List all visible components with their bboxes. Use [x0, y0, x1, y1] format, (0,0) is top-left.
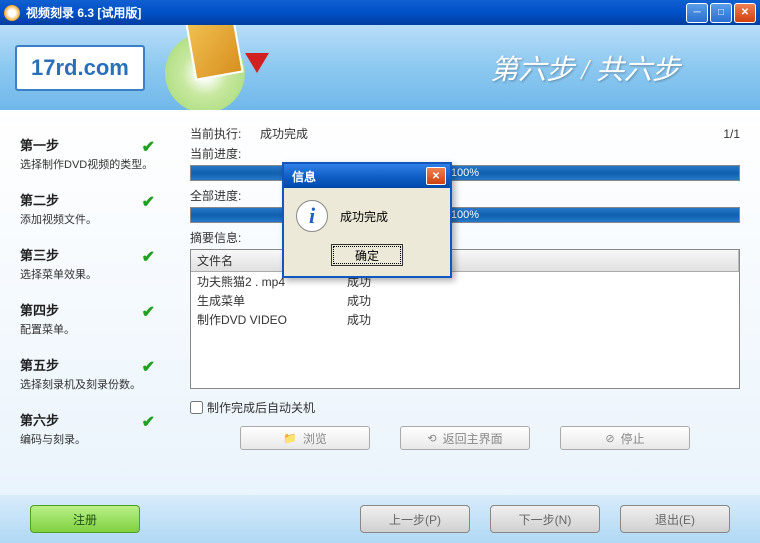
return-button[interactable]: ⟲ 返回主界面 — [400, 426, 530, 450]
check-icon: ✔ — [142, 412, 155, 432]
check-icon: ✔ — [142, 192, 155, 212]
step-desc: 选择菜单效果。 — [20, 266, 165, 282]
header-step-title: 第六步 / 共六步 — [490, 48, 680, 88]
check-icon: ✔ — [142, 247, 155, 267]
table-row[interactable]: 制作DVD VIDEO 成功 — [191, 310, 739, 329]
modal-titlebar[interactable]: 信息 ✕ — [284, 164, 450, 188]
stop-label: 停止 — [621, 430, 645, 447]
step-desc: 选择刻录机及刻录份数。 — [20, 376, 165, 392]
maximize-button[interactable]: □ — [710, 3, 732, 23]
footer: 注册 上一步(P) 下一步(N) 退出(E) — [0, 495, 760, 543]
sidebar-step-5: 第五步 选择刻录机及刻录份数。 ✔ — [20, 355, 165, 392]
window-buttons: ─ □ ✕ — [686, 3, 756, 23]
total-progress-label: 全部进度: — [190, 187, 260, 204]
window-title: 视频刻录 6.3 [试用版] — [26, 4, 686, 21]
prev-button[interactable]: 上一步(P) — [360, 505, 470, 533]
header: 17rd.com 第六步 / 共六步 — [0, 25, 760, 110]
step-desc: 配置菜单。 — [20, 321, 165, 337]
stop-icon: ⊘ — [605, 432, 614, 445]
current-progress-label: 当前进度: — [190, 145, 260, 162]
return-label: 返回主界面 — [443, 430, 503, 447]
auto-shutdown-label: 制作完成后自动关机 — [207, 399, 315, 416]
step-desc: 选择制作DVD视频的类型。 — [20, 156, 165, 172]
info-modal: 信息 ✕ i 成功完成 确定 — [282, 162, 452, 278]
sidebar: 第一步 选择制作DVD视频的类型。 ✔ 第二步 添加视频文件。 ✔ 第三步 选择… — [0, 110, 180, 495]
cell-filename: 制作DVD VIDEO — [191, 310, 341, 329]
table-row[interactable]: 生成菜单 成功 — [191, 291, 739, 310]
auto-shutdown-checkbox[interactable] — [190, 401, 203, 414]
total-progress-bar: 100% — [190, 207, 740, 223]
current-progress-text: 100% — [191, 166, 739, 180]
arrow-down-icon — [245, 53, 269, 73]
close-button[interactable]: ✕ — [734, 3, 756, 23]
step-desc: 添加视频文件。 — [20, 211, 165, 227]
main-panel: 当前执行: 成功完成 1/1 当前进度: 100% 全部进度: 100% 摘要信… — [180, 110, 760, 495]
cell-filename: 生成菜单 — [191, 291, 341, 310]
minimize-button[interactable]: ─ — [686, 3, 708, 23]
sidebar-step-3: 第三步 选择菜单效果。 ✔ — [20, 245, 165, 282]
modal-ok-button[interactable]: 确定 — [331, 244, 403, 266]
register-button[interactable]: 注册 — [30, 505, 140, 533]
page-counter: 1/1 — [723, 127, 740, 141]
summary-label: 摘要信息: — [190, 229, 260, 246]
modal-title: 信息 — [288, 168, 426, 185]
titlebar: 视频刻录 6.3 [试用版] ─ □ ✕ — [0, 0, 760, 25]
table-row[interactable]: 功夫熊猫2 . mp4 成功 — [191, 272, 739, 291]
current-progress-bar: 100% — [190, 165, 740, 181]
current-exec-value: 成功完成 — [260, 125, 723, 142]
cell-status: 成功 — [341, 291, 739, 310]
app-icon — [4, 5, 20, 21]
disc-graphic — [165, 25, 255, 110]
sidebar-step-4: 第四步 配置菜单。 ✔ — [20, 300, 165, 337]
current-exec-label: 当前执行: — [190, 125, 260, 142]
modal-message: 成功完成 — [340, 208, 388, 225]
sidebar-step-1: 第一步 选择制作DVD视频的类型。 ✔ — [20, 135, 165, 172]
exit-button[interactable]: 退出(E) — [620, 505, 730, 533]
browse-label: 浏览 — [303, 430, 327, 447]
auto-shutdown-row: 制作完成后自动关机 — [190, 399, 740, 416]
folder-icon: 📁 — [283, 432, 297, 445]
step-desc: 编码与刻录。 — [20, 431, 165, 447]
stop-button[interactable]: ⊘ 停止 — [560, 426, 690, 450]
check-icon: ✔ — [142, 302, 155, 322]
check-icon: ✔ — [142, 137, 155, 157]
info-icon: i — [296, 200, 328, 232]
logo: 17rd.com — [15, 45, 145, 91]
check-icon: ✔ — [142, 357, 155, 377]
cell-status: 成功 — [341, 310, 739, 329]
modal-close-button[interactable]: ✕ — [426, 167, 446, 185]
next-button[interactable]: 下一步(N) — [490, 505, 600, 533]
sidebar-step-6: 第六步 编码与刻录。 ✔ — [20, 410, 165, 447]
browse-button[interactable]: 📁 浏览 — [240, 426, 370, 450]
back-icon: ⟲ — [427, 432, 436, 445]
summary-table: 文件名 状态 功夫熊猫2 . mp4 成功 生成菜单 成功 制作DVD VIDE… — [190, 249, 740, 389]
sidebar-step-2: 第二步 添加视频文件。 ✔ — [20, 190, 165, 227]
total-progress-text: 100% — [191, 208, 739, 222]
